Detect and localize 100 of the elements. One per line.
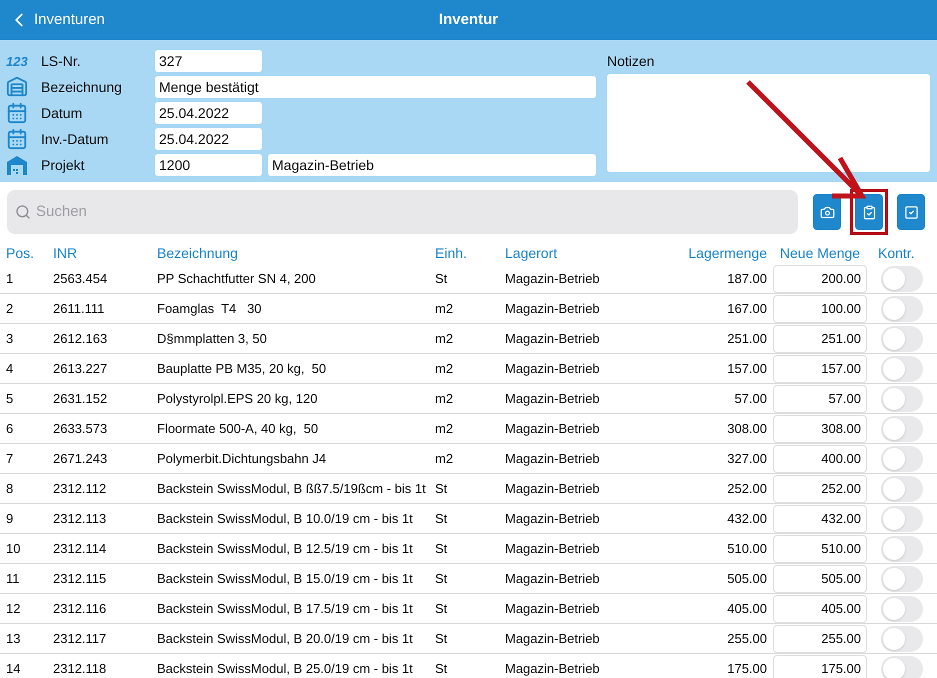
toggle-switch[interactable] — [881, 626, 923, 652]
table-cell-text: 11 — [6, 570, 20, 588]
toggle-switch[interactable] — [881, 296, 923, 322]
table-cell-text: Polystyrolpl.EPS 20 kg, 120 — [157, 390, 318, 408]
toolbar-button[interactable] — [813, 194, 841, 230]
quantity-field[interactable]: 510.00 — [773, 534, 867, 562]
table-cell-text: 2312.112 — [53, 480, 108, 498]
text-field[interactable]: 327 — [155, 50, 262, 72]
column-header: INR — [53, 244, 78, 262]
quantity-field[interactable]: 505.00 — [773, 564, 867, 592]
text-field[interactable]: Menge bestätigt — [155, 76, 596, 98]
table-cell-text: Foamglas T4 30 — [157, 300, 263, 318]
building-icon — [6, 76, 28, 98]
table-cell-text: Magazin-Betrieb — [505, 510, 601, 528]
toggle-switch[interactable] — [881, 566, 923, 592]
back-button[interactable]: Inventuren — [0, 8, 105, 32]
text-field[interactable]: 1200 — [155, 154, 262, 176]
table-cell-text: Magazin-Betrieb — [505, 300, 601, 318]
table-cell-text: 10 — [6, 540, 22, 558]
toggle-switch[interactable] — [881, 476, 923, 502]
quantity-field[interactable]: 157.00 — [773, 354, 867, 382]
text-field[interactable]: Magazin-Betrieb — [268, 154, 596, 176]
table-cell-text: Magazin-Betrieb — [505, 420, 601, 438]
toggle-switch[interactable] — [881, 656, 923, 678]
table-cell-text: 8 — [6, 480, 14, 498]
table-cell-text: 510.00 — [726, 540, 768, 558]
quantity-field[interactable]: 255.00 — [773, 624, 867, 652]
table-cell-text: Magazin-Betrieb — [505, 450, 601, 468]
quantity-field[interactable]: 432.00 — [773, 504, 867, 532]
quantity-field[interactable]: 308.00 — [773, 414, 867, 442]
quantity-field[interactable]: 251.00 — [773, 324, 867, 352]
quantity-field[interactable]: 175.00 — [773, 654, 867, 678]
toggle-switch[interactable] — [881, 416, 923, 442]
table-cell-text: m2 — [435, 420, 454, 438]
table-cell-text: St — [435, 480, 448, 498]
toggle-switch[interactable] — [881, 446, 923, 472]
table-cell-text: 13 — [6, 630, 22, 648]
camera-icon — [820, 204, 834, 220]
table-cell-text: St — [435, 570, 448, 588]
table-cell-text: 14 — [6, 660, 22, 678]
quantity-field[interactable]: 200.00 — [773, 264, 867, 292]
quantity-field[interactable]: 252.00 — [773, 474, 867, 502]
field-label: Datum — [41, 104, 84, 122]
table-cell-text: Magazin-Betrieb — [505, 600, 601, 618]
toggle-switch[interactable] — [881, 266, 923, 292]
clipboard-check-icon — [862, 204, 876, 220]
table-cell-text: Backstein SwissModul, B ßß7.5/19ßcm - bis 1t — [157, 480, 427, 498]
table-cell-text: m2 — [435, 360, 454, 378]
toggle-switch[interactable] — [881, 596, 923, 622]
table-cell-text: 9 — [6, 510, 14, 528]
quantity-field[interactable]: 400.00 — [773, 444, 867, 472]
table-cell-text: 2312.116 — [53, 600, 108, 618]
table-cell-text: St — [435, 600, 448, 618]
numbers-icon: 123 — [6, 54, 28, 68]
table-cell-text: St — [435, 630, 448, 648]
table-cell-text: St — [435, 510, 448, 528]
field-label: Inv.-Datum — [41, 130, 110, 148]
table-cell-text: PP Schachtfutter SN 4, 200 — [157, 270, 317, 288]
column-header: Einh. — [435, 244, 468, 262]
column-header: Kontr. — [877, 244, 916, 262]
table-cell-text: Magazin-Betrieb — [505, 480, 601, 498]
checkbox-icon — [904, 204, 918, 220]
quantity-field[interactable]: 100.00 — [773, 294, 867, 322]
toggle-switch[interactable] — [881, 326, 923, 352]
table-cell-text: Floormate 500-A, 40 kg, 50 — [157, 420, 320, 438]
table-cell-text: 255.00 — [726, 630, 768, 648]
quantity-field[interactable]: 57.00 — [773, 384, 867, 412]
table-cell-text: 2312.114 — [53, 540, 108, 558]
notes-field[interactable] — [607, 74, 930, 172]
toggle-switch[interactable] — [881, 506, 923, 532]
table-cell-text: 167.00 — [726, 300, 768, 318]
table-cell-text: 2312.117 — [53, 630, 108, 648]
table-cell-text: Magazin-Betrieb — [505, 540, 601, 558]
table-cell-text: Magazin-Betrieb — [505, 270, 601, 288]
table-cell-text: Backstein SwissModul, B 15.0/19 cm - bis 1t — [157, 570, 414, 588]
toggle-switch[interactable] — [881, 536, 923, 562]
table-cell-text: 432.00 — [726, 510, 768, 528]
calendar-icon — [6, 128, 28, 150]
table-cell-text: m2 — [435, 390, 454, 408]
table-cell-text: 1 — [6, 270, 14, 288]
table-cell-text: 12 — [6, 600, 22, 618]
table-cell-text: Backstein SwissModul, B 17.5/19 cm - bis 1t — [157, 600, 414, 618]
column-header: Bezeichnung — [157, 244, 239, 263]
table-cell-text: 4 — [6, 360, 14, 378]
text-field[interactable]: 25.04.2022 — [155, 128, 262, 150]
toggle-switch[interactable] — [881, 386, 923, 412]
toggle-switch[interactable] — [881, 356, 923, 382]
field-label: Bezeichnung — [41, 78, 123, 97]
table-cell-text: Magazin-Betrieb — [505, 330, 601, 348]
table-cell-text: 2312.113 — [53, 510, 108, 528]
window-title: Inventur — [438, 10, 498, 30]
table-cell-text: Backstein SwissModul, B 20.0/19 cm - bis 1t — [157, 630, 414, 648]
table-cell-text: St — [435, 540, 448, 558]
text-field[interactable]: 25.04.2022 — [155, 102, 262, 124]
toolbar-button[interactable] — [897, 194, 925, 230]
quantity-field[interactable]: 405.00 — [773, 594, 867, 622]
notes-label: Notizen — [607, 52, 656, 70]
toolbar-button[interactable] — [855, 194, 883, 230]
search-icon — [15, 204, 31, 220]
table-cell-text: 175.00 — [726, 660, 768, 678]
